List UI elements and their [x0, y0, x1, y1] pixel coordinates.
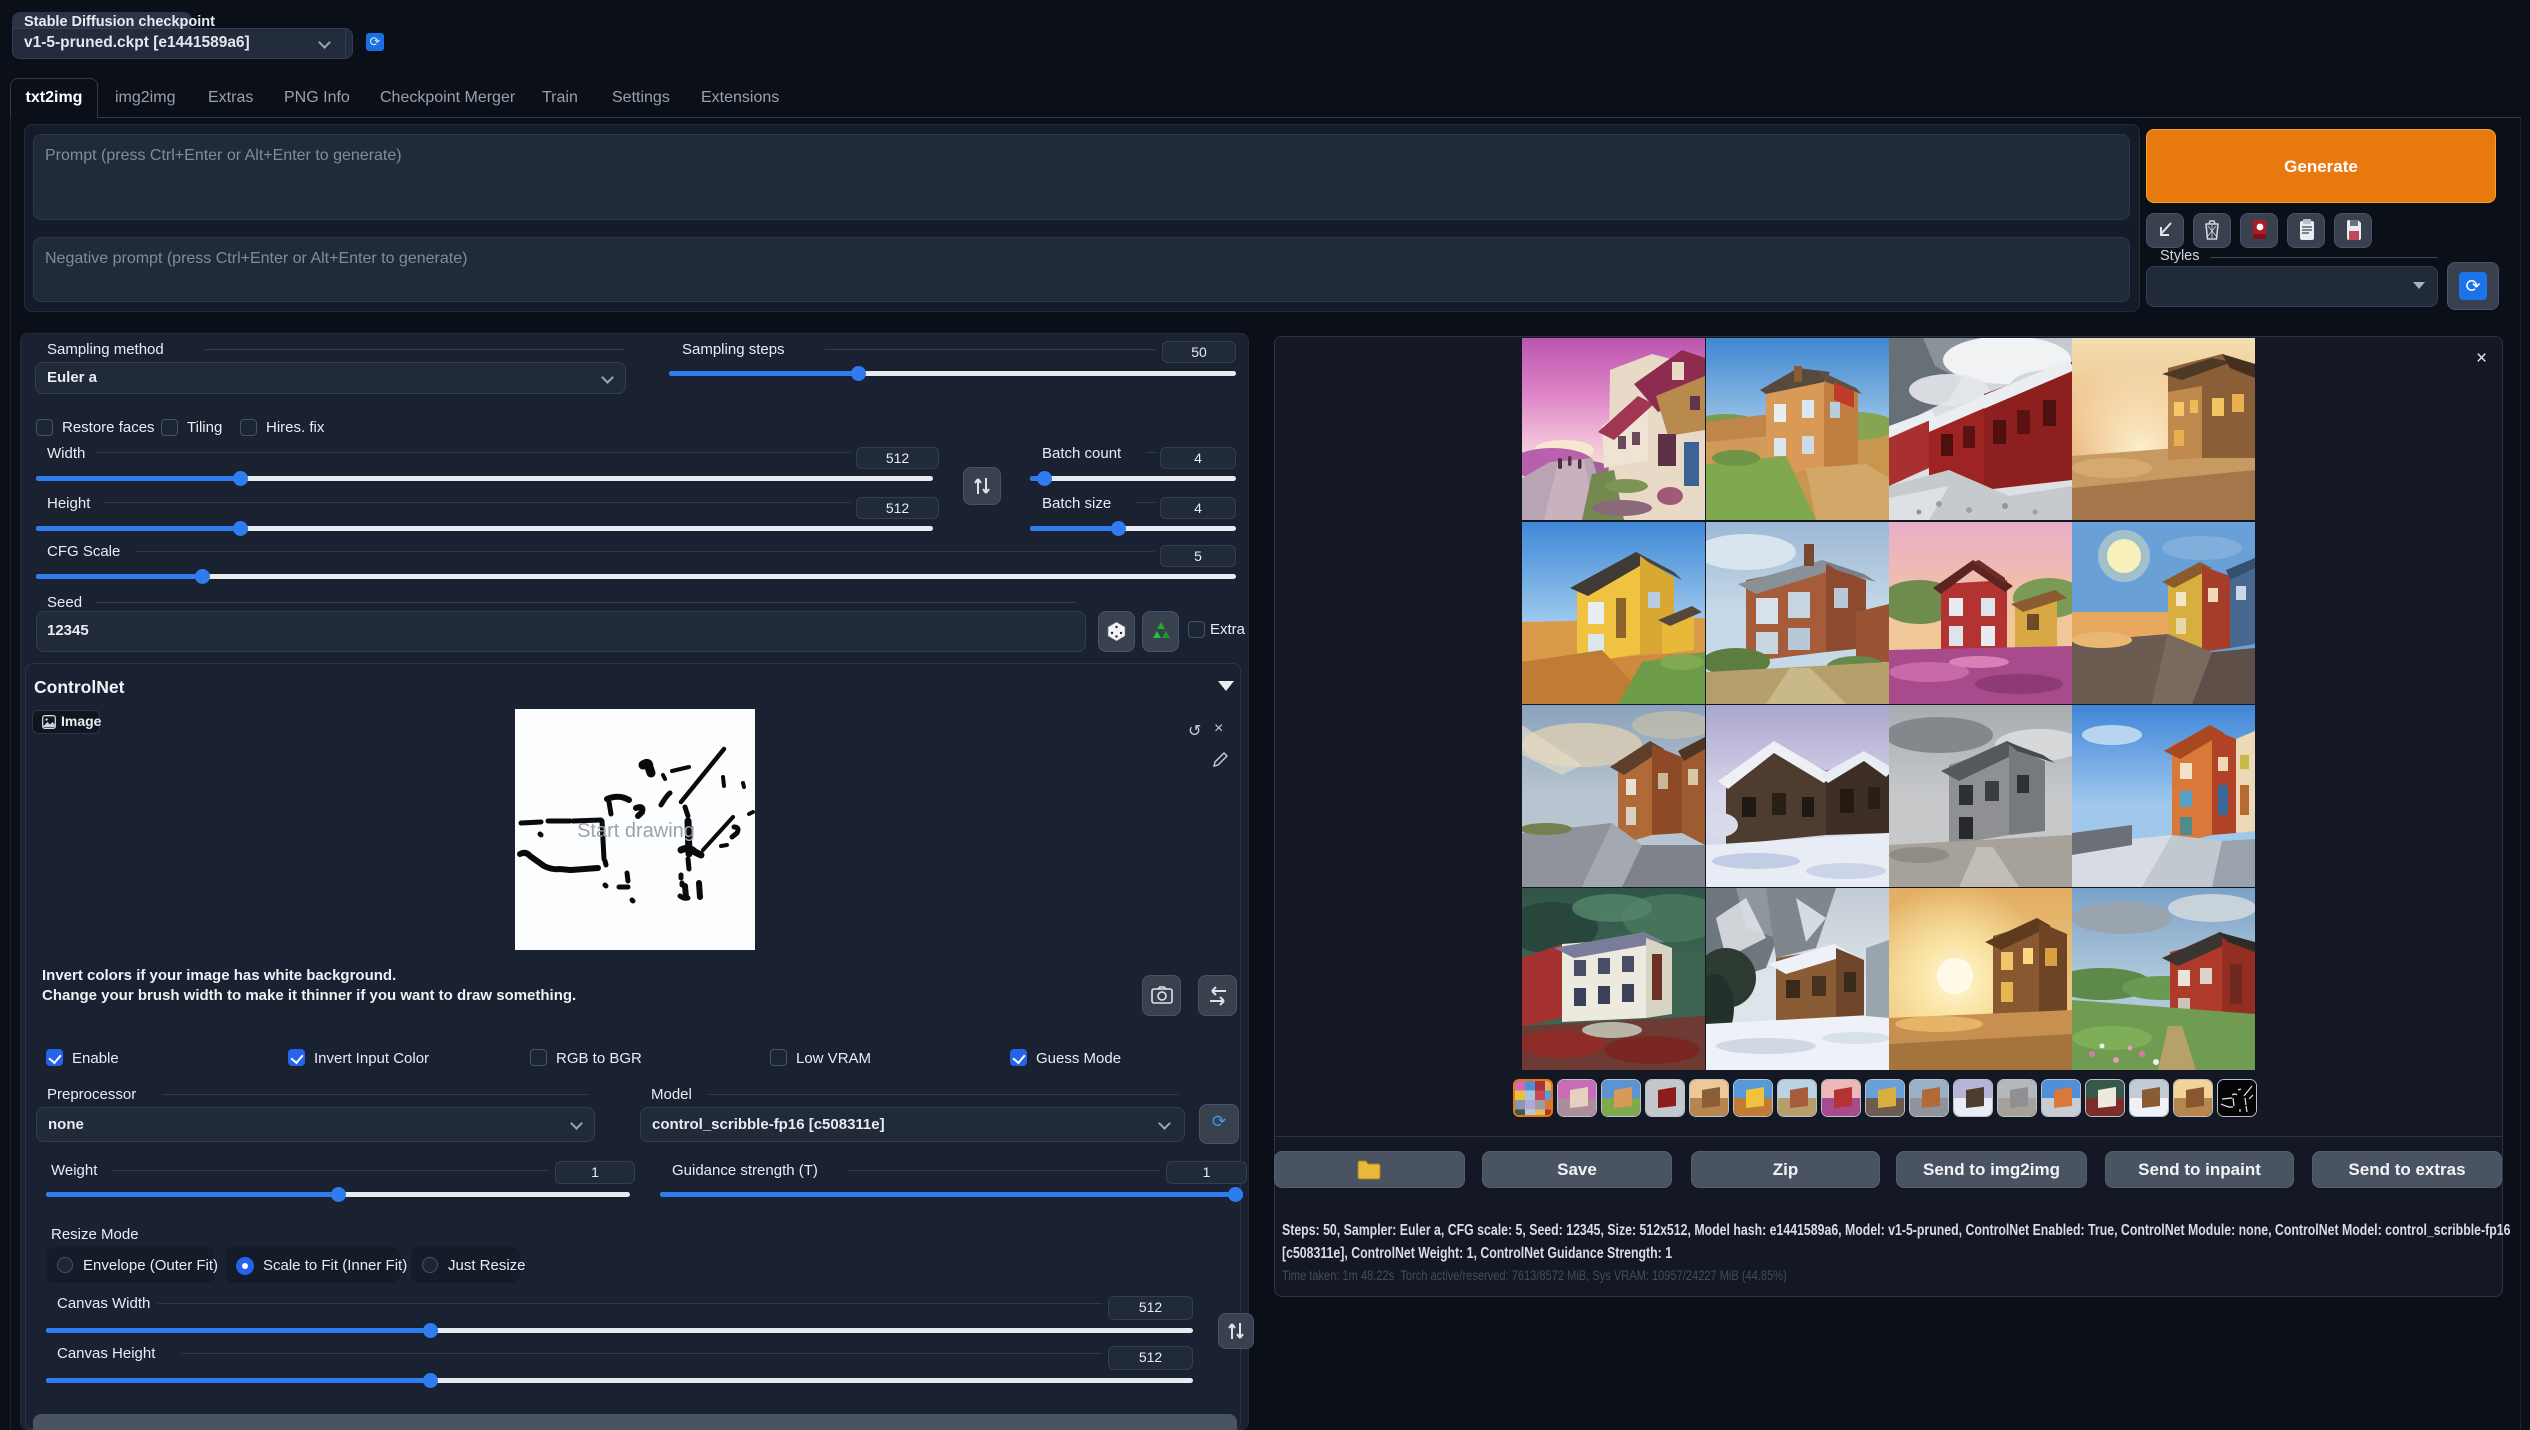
svg-text:Start drawing: Start drawing	[577, 820, 695, 842]
